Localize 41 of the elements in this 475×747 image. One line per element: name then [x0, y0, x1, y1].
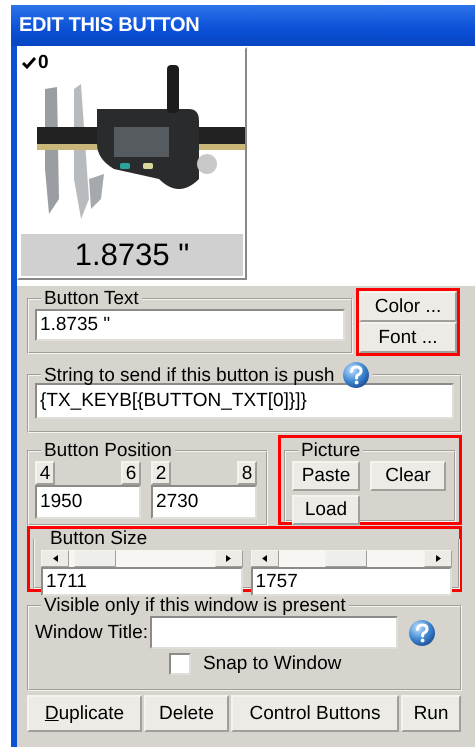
size-field[interactable]: 1757	[250, 567, 452, 596]
group-label: String to send if this button is push	[44, 364, 334, 386]
scroll-thumb[interactable]	[74, 550, 116, 567]
group-label: Button Position	[43, 440, 173, 461]
checkbox[interactable]	[169, 653, 191, 675]
action-button[interactable]: Run	[401, 695, 461, 732]
button-text-field[interactable]: 1.8735 "	[35, 309, 345, 341]
scroll-right-icon[interactable]	[424, 550, 452, 567]
direction-key[interactable]: 4	[35, 461, 55, 485]
scroll-right-icon[interactable]	[214, 550, 242, 567]
push-button[interactable]: Font ...	[359, 322, 457, 353]
help-icon[interactable]	[342, 361, 370, 389]
scroll-thumb[interactable]	[325, 550, 368, 567]
button-caption: 1.8735 "	[21, 234, 243, 276]
direction-key[interactable]: 8	[237, 461, 257, 485]
direction-key[interactable]: 6	[121, 461, 141, 485]
scroll-left-icon[interactable]	[250, 550, 278, 567]
push-button[interactable]: Load	[292, 495, 360, 525]
scroll-bar[interactable]	[41, 550, 242, 567]
window-title-field[interactable]	[150, 616, 398, 649]
action-button[interactable]: Delete	[144, 695, 229, 732]
group-label: Visible only if this window is present	[43, 595, 347, 616]
field-label: Window Title:	[35, 622, 148, 644]
position-field[interactable]: 2730	[151, 485, 257, 519]
action-button[interactable]: Duplicate	[27, 695, 142, 732]
position-field[interactable]: 1950	[35, 485, 141, 519]
direction-key[interactable]: 2	[151, 461, 171, 485]
group-label: Picture	[300, 440, 362, 461]
push-button[interactable]: Paste	[292, 461, 360, 491]
group-label: Button Text	[43, 288, 140, 309]
size-field[interactable]: 1711	[41, 567, 242, 596]
help-icon[interactable]	[408, 618, 436, 646]
scroll-left-icon[interactable]	[41, 550, 69, 567]
action-button[interactable]: Control Buttons	[231, 695, 399, 732]
preview-button[interactable]: 1.8735 " 0	[17, 47, 247, 280]
push-button[interactable]: Clear	[370, 461, 446, 491]
checkbox-label: Snap to Window	[203, 653, 342, 675]
scroll-bar[interactable]	[250, 550, 452, 567]
push-button[interactable]: Color ...	[359, 291, 457, 322]
button-number: 0	[38, 52, 49, 74]
window-title: EDIT THIS BUTTON	[11, 5, 475, 46]
